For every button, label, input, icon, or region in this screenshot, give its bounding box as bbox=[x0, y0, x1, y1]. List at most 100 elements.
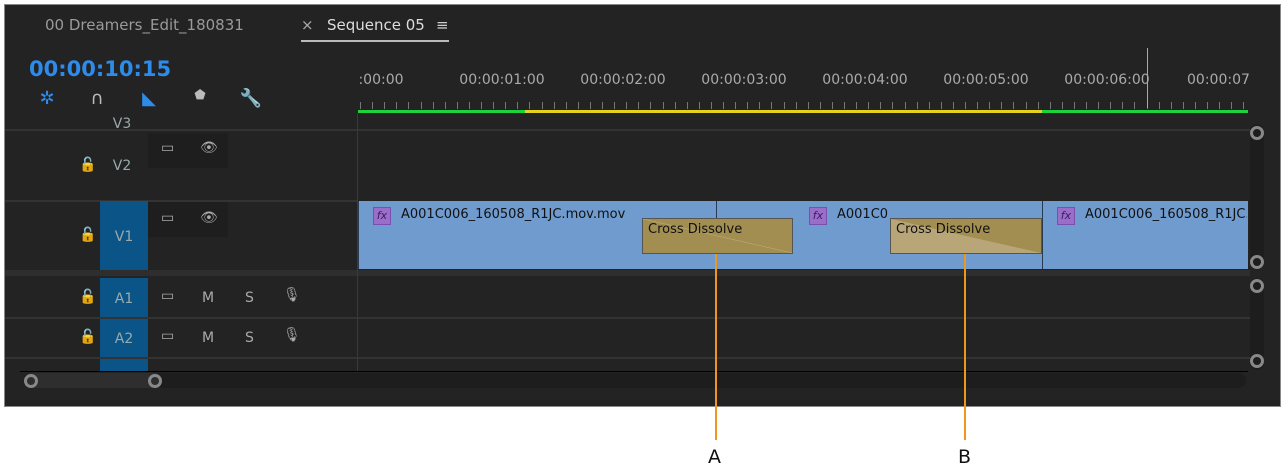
ruler-tick bbox=[468, 102, 470, 109]
ruler-tick bbox=[795, 102, 797, 109]
time-ruler[interactable]: :00:00 00:00:01:00 00:00:02:00 00:00:03:00 0… bbox=[357, 60, 1250, 114]
fx-badge-icon: fx bbox=[373, 207, 391, 225]
microphone-icon[interactable]: 🎙 bbox=[283, 287, 301, 303]
video-audio-divider[interactable] bbox=[5, 270, 1250, 276]
scroll-handle-left[interactable] bbox=[24, 374, 38, 388]
marker-icon[interactable]: ⬟ bbox=[188, 88, 212, 112]
transition-cross-dissolve-b[interactable]: Cross Dissolve bbox=[890, 218, 1042, 254]
lock-icon[interactable]: 🔓 bbox=[79, 289, 96, 305]
microphone-icon[interactable]: 🎙 bbox=[283, 327, 301, 343]
scroll-handle-right[interactable] bbox=[148, 374, 162, 388]
close-tab-icon[interactable]: × bbox=[301, 16, 314, 34]
ruler-tick bbox=[916, 102, 918, 109]
scrollbar-thumb[interactable] bbox=[24, 373, 162, 388]
ruler-tick bbox=[529, 102, 531, 109]
transition-cross-dissolve-a[interactable]: Cross Dissolve bbox=[642, 218, 793, 254]
ruler-tick bbox=[541, 102, 543, 109]
ruler-tick bbox=[965, 102, 966, 109]
tab-sequence-05[interactable]: Sequence 05 bbox=[327, 16, 425, 34]
mute-button[interactable]: M bbox=[202, 290, 214, 306]
ruler-tick bbox=[1170, 102, 1172, 109]
sync-lock-icon[interactable]: ▭ bbox=[161, 140, 174, 156]
ruler-tick bbox=[1243, 102, 1245, 109]
ruler-tick bbox=[396, 102, 398, 109]
wrench-icon[interactable]: 🔧 bbox=[239, 88, 263, 112]
eye-icon[interactable]: 👁 bbox=[200, 210, 218, 226]
ruler-tick bbox=[456, 102, 458, 109]
track-divider bbox=[5, 357, 1250, 359]
horizontal-scrollbar[interactable] bbox=[24, 373, 1246, 388]
ruler-label: 00:00:05:00 bbox=[943, 72, 1029, 88]
track-divider bbox=[5, 317, 1250, 319]
magnet-icon[interactable]: ∩ bbox=[85, 88, 109, 112]
tab-dreamers-edit[interactable]: 00 Dreamers_Edit_180831 bbox=[45, 16, 244, 34]
scroll-handle[interactable] bbox=[1250, 354, 1264, 368]
ruler-tick bbox=[856, 102, 858, 109]
mute-button[interactable]: M bbox=[202, 330, 214, 346]
track-a1-label[interactable]: A1 bbox=[100, 291, 148, 307]
playhead-line[interactable] bbox=[1147, 48, 1148, 108]
ruler-tick bbox=[1061, 102, 1063, 109]
panel-menu-icon[interactable]: ≡ bbox=[436, 16, 449, 34]
ruler-tick bbox=[904, 102, 906, 109]
ruler-tick bbox=[444, 102, 446, 109]
lock-icon[interactable]: 🔓 bbox=[79, 329, 96, 345]
ruler-tick bbox=[1086, 102, 1087, 109]
track-divider bbox=[5, 129, 1250, 131]
video-vertical-scrollbar[interactable] bbox=[1250, 124, 1264, 270]
scroll-handle[interactable] bbox=[1250, 279, 1264, 293]
ruler-tick bbox=[1001, 102, 1003, 109]
eye-icon[interactable]: 👁 bbox=[200, 140, 218, 156]
ruler-tick bbox=[698, 102, 700, 109]
lock-icon[interactable]: 🔓 bbox=[79, 157, 96, 173]
snap-icon[interactable]: ✲ bbox=[35, 88, 59, 112]
sync-lock-icon[interactable]: ▭ bbox=[161, 328, 174, 344]
render-bar-green bbox=[1042, 110, 1248, 113]
lock-icon[interactable]: 🔓 bbox=[79, 227, 96, 243]
callout-line-a bbox=[715, 254, 717, 440]
ruler-tick bbox=[505, 102, 507, 109]
ruler-tick bbox=[360, 102, 361, 109]
ruler-tick bbox=[819, 102, 821, 109]
a3-target[interactable] bbox=[100, 359, 148, 371]
scroll-handle[interactable] bbox=[1250, 255, 1264, 269]
ruler-tick bbox=[868, 102, 870, 109]
ruler-tick bbox=[1013, 102, 1015, 109]
ruler-tick bbox=[626, 102, 628, 109]
ruler-tick bbox=[783, 102, 785, 109]
sync-lock-icon[interactable]: ▭ bbox=[161, 288, 174, 304]
ruler-tick bbox=[1037, 102, 1039, 109]
track-a2-label[interactable]: A2 bbox=[100, 331, 148, 347]
ruler-tick bbox=[759, 102, 761, 109]
ruler-label: 00:00:03:00 bbox=[701, 72, 787, 88]
sync-lock-icon[interactable]: ▭ bbox=[161, 210, 174, 226]
ruler-tick bbox=[771, 102, 773, 109]
clip[interactable]: fx A001C006_160508_R1JC. bbox=[1042, 201, 1248, 269]
ruler-label: 00:00:04:00 bbox=[822, 72, 908, 88]
ruler-tick bbox=[723, 102, 724, 109]
render-bar-green bbox=[358, 110, 525, 113]
ruler-tick bbox=[1182, 102, 1184, 109]
ruler-tick bbox=[1158, 102, 1160, 109]
track-v2-label[interactable]: V2 bbox=[98, 158, 146, 174]
ruler-tick bbox=[747, 102, 749, 109]
ruler-tick bbox=[844, 102, 845, 109]
callout-label-b: B bbox=[958, 446, 972, 468]
scroll-handle[interactable] bbox=[1250, 126, 1264, 140]
solo-button[interactable]: S bbox=[245, 290, 254, 306]
callout-label-a: A bbox=[708, 446, 721, 468]
ruler-label: :00:00 bbox=[358, 72, 404, 88]
ruler-tick bbox=[650, 102, 652, 109]
linked-selection-icon[interactable]: ◣ bbox=[137, 88, 161, 112]
solo-button[interactable]: S bbox=[245, 330, 254, 346]
ruler-tick bbox=[940, 102, 942, 109]
ruler-tick bbox=[710, 102, 712, 109]
track-v1-label[interactable]: V1 bbox=[100, 229, 148, 245]
ruler-tick bbox=[481, 102, 482, 109]
clip-name: A001C006_160508_R1JC. bbox=[1085, 207, 1247, 222]
ruler-tick bbox=[408, 102, 410, 109]
ruler-tick bbox=[989, 102, 991, 109]
ruler-tick bbox=[831, 102, 833, 109]
ruler-tick bbox=[565, 102, 567, 109]
playhead-timecode[interactable]: 00:00:10:15 bbox=[29, 57, 171, 81]
